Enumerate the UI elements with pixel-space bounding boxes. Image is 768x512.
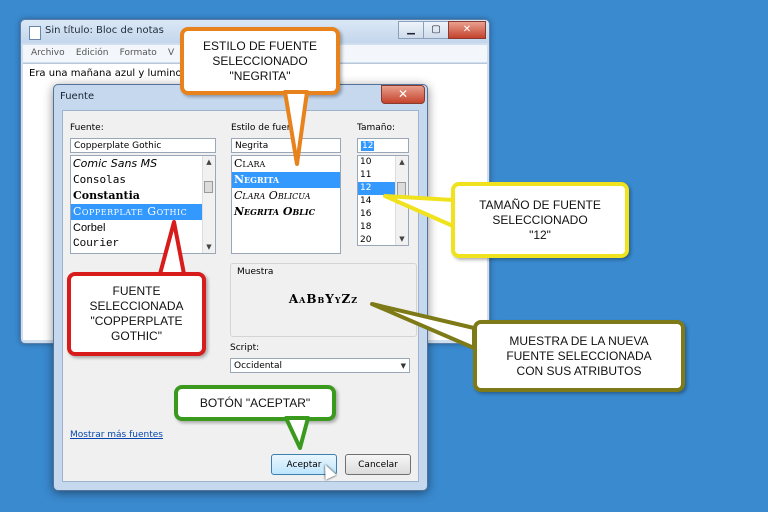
callout-font: FUENTE SELECCIONADA "COPPERPLATE GOTHIC"	[67, 272, 206, 356]
scroll-up-icon[interactable]: ▲	[203, 156, 215, 168]
more-fonts-link[interactable]: Mostrar más fuentes	[70, 430, 163, 440]
notepad-title: Sin título: Bloc de notas	[45, 25, 164, 36]
chevron-down-icon[interactable]: ▼	[401, 359, 406, 372]
callout-size-text: TAMAÑO DE FUENTE SELECCIONADO "12"	[479, 197, 601, 242]
callout-style-text: ESTILO DE FUENTE SELECCIONADO "NEGRITA"	[202, 38, 318, 83]
callout-sample-text: MUESTRA DE LA NUEVA FUENTE SELECCIONADA …	[506, 333, 652, 378]
font-label: Fuente:	[70, 123, 104, 133]
list-item[interactable]: Consolas	[71, 172, 215, 188]
list-item-selected[interactable]: Copperplate Gothic	[71, 204, 215, 220]
maximize-icon[interactable]: ▢	[423, 21, 449, 39]
scroll-down-icon[interactable]: ▼	[203, 241, 215, 253]
menu-archivo[interactable]: Archivo	[31, 45, 65, 62]
dialog-title: Fuente	[60, 91, 95, 102]
menu-edicion[interactable]: Edición	[76, 45, 109, 62]
minimize-icon[interactable]: ▁	[398, 21, 424, 39]
list-item[interactable]: Corbel	[71, 220, 215, 236]
list-item[interactable]: Negrita Oblic	[232, 204, 340, 220]
font-input[interactable]: Copperplate Gothic	[70, 138, 216, 153]
scroll-up-icon[interactable]: ▲	[396, 156, 408, 168]
callout-ok-pointer	[284, 416, 310, 450]
script-value: Occidental	[234, 361, 282, 371]
notepad-text: Era una mañana azul y lumino	[29, 68, 182, 79]
list-item[interactable]: Constantia	[71, 188, 215, 204]
size-input[interactable]: 12	[357, 138, 409, 153]
callout-size-pointer	[383, 194, 455, 228]
list-item[interactable]: Clara Oblicua	[232, 188, 340, 204]
menu-ver[interactable]: V	[168, 45, 174, 62]
callout-font-pointer	[158, 220, 186, 276]
callout-font-text: FUENTE SELECCIONADA "COPPERPLATE GOTHIC"	[89, 284, 184, 343]
callout-sample-pointer	[370, 302, 476, 350]
font-list-scrollbar[interactable]: ▲ ▼	[202, 156, 215, 253]
scroll-thumb[interactable]	[204, 181, 213, 193]
font-list[interactable]: Comic Sans MS Consolas Constantia Copper…	[70, 155, 216, 254]
list-item-selected[interactable]: Negrita	[232, 172, 340, 188]
callout-size: TAMAÑO DE FUENTE SELECCIONADO "12"	[451, 182, 629, 258]
list-item[interactable]: Courier	[71, 236, 215, 252]
close-icon[interactable]: ✕	[448, 21, 486, 39]
callout-style-pointer	[283, 90, 309, 166]
callout-sample: MUESTRA DE LA NUEVA FUENTE SELECCIONADA …	[473, 320, 685, 392]
script-select[interactable]: Occidental ▼	[230, 358, 410, 373]
list-item[interactable]: Comic Sans MS	[71, 156, 215, 172]
notepad-icon	[29, 26, 41, 40]
close-icon[interactable]: ✕	[381, 85, 425, 104]
size-input-value: 12	[361, 141, 375, 151]
callout-ok-text: BOTÓN "ACEPTAR"	[199, 395, 311, 410]
callout-style: ESTILO DE FUENTE SELECCIONADO "NEGRITA"	[180, 27, 340, 95]
script-label: Script:	[230, 343, 260, 353]
menu-formato[interactable]: Formato	[120, 45, 157, 62]
size-label: Tamaño:	[357, 123, 396, 133]
cancel-button[interactable]: Cancelar	[345, 454, 411, 475]
